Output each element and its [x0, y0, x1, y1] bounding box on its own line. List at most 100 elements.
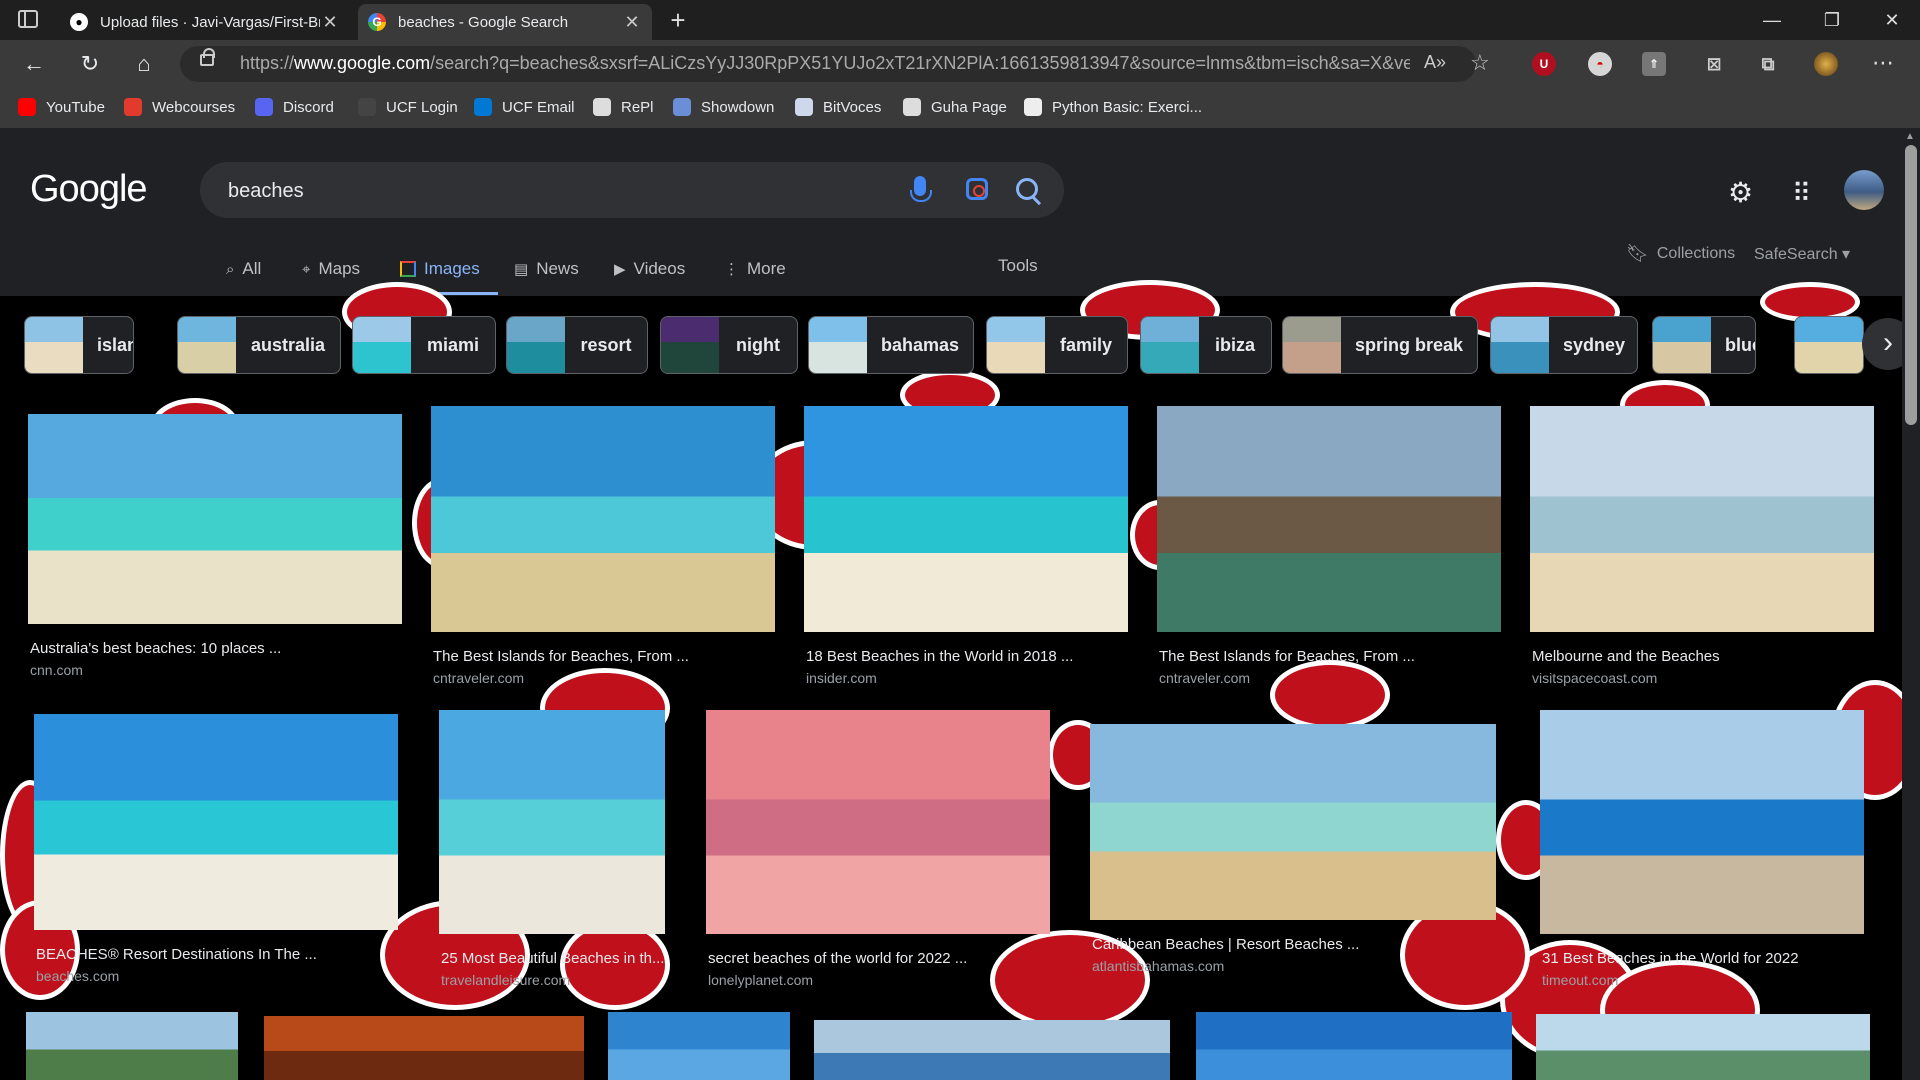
- reload-button[interactable]: ↻: [74, 48, 106, 80]
- related-search-chip[interactable]: spring break: [1282, 316, 1478, 374]
- result-source[interactable]: atlantisbahamas.com: [1092, 958, 1224, 974]
- tab-github-upload[interactable]: ● Upload files · Javi-Vargas/First-Br ✕: [60, 4, 350, 40]
- result-image[interactable]: [439, 710, 665, 934]
- related-search-chip[interactable]: family: [986, 316, 1128, 374]
- close-tab-icon[interactable]: ✕: [622, 12, 642, 33]
- result-image[interactable]: [26, 1012, 238, 1080]
- result-title[interactable]: Melbourne and the Beaches: [1532, 648, 1720, 665]
- result-image[interactable]: [1157, 406, 1501, 632]
- back-button[interactable]: ←: [18, 48, 50, 80]
- result-source[interactable]: cnn.com: [30, 662, 83, 678]
- result-source[interactable]: beaches.com: [36, 968, 119, 984]
- result-source[interactable]: travelandleisure.com: [441, 972, 570, 988]
- related-search-chip-partial[interactable]: [1794, 316, 1864, 374]
- result-title[interactable]: 18 Best Beaches in the World in 2018 ...: [806, 648, 1073, 665]
- result-image[interactable]: [28, 414, 402, 624]
- result-source[interactable]: insider.com: [806, 670, 877, 686]
- tab-images[interactable]: Images: [400, 254, 480, 284]
- voice-search-icon[interactable]: [910, 176, 932, 202]
- result-source[interactable]: cntraveler.com: [1159, 670, 1250, 686]
- bookmark-item[interactable]: YouTube: [18, 96, 105, 118]
- result-image[interactable]: [706, 710, 1050, 934]
- result-title[interactable]: Australia's best beaches: 10 places ...: [30, 640, 281, 657]
- result-source[interactable]: visitspacecoast.com: [1532, 670, 1657, 686]
- search-icon[interactable]: [1016, 178, 1038, 200]
- home-button[interactable]: ⌂: [128, 48, 160, 80]
- close-window-button[interactable]: ✕: [1862, 0, 1920, 40]
- tab-more[interactable]: ⋮ More: [724, 254, 786, 284]
- google-logo[interactable]: Google: [30, 168, 148, 211]
- related-search-chip[interactable]: island: [24, 316, 134, 374]
- scrollbar-thumb[interactable]: [1905, 145, 1917, 425]
- ublock-extension-icon[interactable]: U: [1532, 52, 1556, 76]
- tab-google-search[interactable]: G beaches - Google Search ✕: [358, 4, 652, 40]
- result-image[interactable]: [264, 1016, 584, 1080]
- result-source[interactable]: lonelyplanet.com: [708, 972, 813, 988]
- extension-icon[interactable]: ⇑: [1642, 52, 1666, 76]
- related-search-chip[interactable]: miami: [352, 316, 496, 374]
- result-title[interactable]: secret beaches of the world for 2022 ...: [708, 950, 967, 967]
- result-image[interactable]: [804, 406, 1128, 632]
- lock-icon[interactable]: [200, 48, 215, 66]
- tab-news[interactable]: ▤ News: [514, 254, 579, 284]
- safesearch-button[interactable]: SafeSearch ▾: [1754, 244, 1850, 264]
- result-image[interactable]: [608, 1012, 790, 1080]
- minimize-button[interactable]: —: [1742, 0, 1802, 40]
- bookmark-item[interactable]: Python Basic: Exerci...: [1024, 96, 1202, 118]
- scroll-up-arrow-icon[interactable]: ▲: [1905, 131, 1915, 142]
- result-source[interactable]: timeout.com: [1542, 972, 1618, 988]
- result-title[interactable]: BEACHES® Resort Destinations In The ...: [36, 946, 317, 963]
- result-image[interactable]: [1540, 710, 1864, 934]
- settings-more-icon[interactable]: ⋯: [1872, 50, 1894, 76]
- bookmark-item[interactable]: Webcourses: [124, 96, 235, 118]
- new-tab-button[interactable]: +: [662, 6, 694, 36]
- close-tab-icon[interactable]: ✕: [320, 12, 340, 33]
- related-search-chip[interactable]: night: [660, 316, 798, 374]
- result-image[interactable]: [34, 714, 398, 930]
- account-avatar[interactable]: [1844, 170, 1884, 210]
- tab-actions-icon[interactable]: [18, 10, 38, 28]
- extensions-puzzle-icon[interactable]: ⧉: [1756, 52, 1780, 76]
- bookmark-item[interactable]: Guha Page: [903, 96, 1007, 118]
- tab-all[interactable]: ⌕ All: [226, 254, 261, 284]
- collections-button[interactable]: 🔖︎ Collections: [1626, 243, 1735, 264]
- related-search-chip[interactable]: ibiza: [1140, 316, 1272, 374]
- gear-icon[interactable]: ⚙: [1728, 176, 1753, 209]
- url-text[interactable]: https://www.google.com/search?q=beaches&…: [240, 53, 1410, 74]
- result-title[interactable]: The Best Islands for Beaches, From ...: [1159, 648, 1415, 665]
- related-search-chip[interactable]: australia: [177, 316, 341, 374]
- result-image[interactable]: [814, 1020, 1170, 1080]
- bookmark-item[interactable]: UCF Login: [358, 96, 458, 118]
- bookmark-item[interactable]: Showdown: [673, 96, 774, 118]
- result-image[interactable]: [1196, 1012, 1512, 1080]
- bookmark-item[interactable]: RePl: [593, 96, 654, 118]
- math-extension-icon[interactable]: ⊠: [1702, 52, 1726, 76]
- tools-button[interactable]: Tools: [998, 256, 1038, 276]
- profile-avatar[interactable]: [1814, 52, 1838, 76]
- result-title[interactable]: 25 Most Beautiful Beaches in th...: [441, 950, 664, 967]
- search-input[interactable]: [226, 178, 730, 204]
- related-search-chip[interactable]: sydney: [1490, 316, 1638, 374]
- result-title[interactable]: The Best Islands for Beaches, From ...: [433, 648, 689, 665]
- restore-button[interactable]: ❐: [1802, 0, 1862, 40]
- bookmark-item[interactable]: UCF Email: [474, 96, 575, 118]
- tab-maps[interactable]: ⌖ Maps: [302, 254, 360, 284]
- bookmark-item[interactable]: Discord: [255, 96, 334, 118]
- related-search-chip[interactable]: resort: [506, 316, 648, 374]
- apps-grid-icon[interactable]: ⠿: [1792, 178, 1811, 209]
- result-title[interactable]: Caribbean Beaches | Resort Beaches ...: [1092, 936, 1359, 953]
- result-image[interactable]: [1090, 724, 1496, 920]
- read-aloud-icon[interactable]: A»: [1424, 52, 1446, 73]
- pokeball-extension-icon[interactable]: ◓: [1588, 52, 1612, 76]
- tab-videos[interactable]: ▶ Videos: [614, 254, 685, 284]
- result-title[interactable]: 31 Best Beaches in the World for 2022: [1542, 950, 1799, 967]
- related-search-chip[interactable]: blue: [1652, 316, 1756, 374]
- favorite-star-icon[interactable]: ☆: [1470, 50, 1490, 76]
- related-search-chip[interactable]: bahamas: [808, 316, 974, 374]
- camera-lens-icon[interactable]: [966, 178, 988, 200]
- result-source[interactable]: cntraveler.com: [433, 670, 524, 686]
- bookmark-item[interactable]: BitVoces: [795, 96, 881, 118]
- result-image[interactable]: [431, 406, 775, 632]
- result-image[interactable]: [1530, 406, 1874, 632]
- result-image[interactable]: [1536, 1014, 1870, 1080]
